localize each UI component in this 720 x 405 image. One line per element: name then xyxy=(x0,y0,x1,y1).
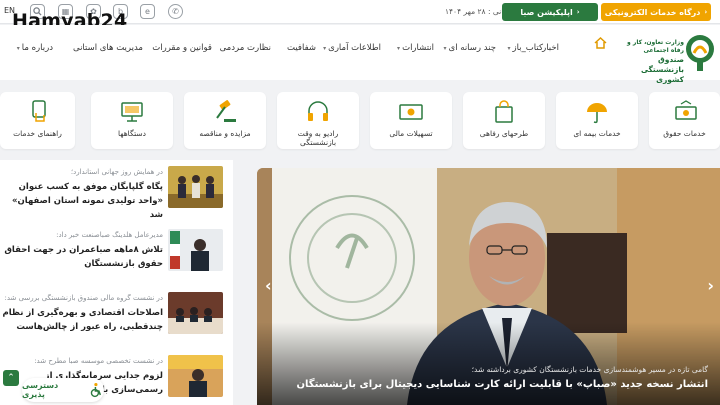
service-tile-label: طرحهای رفاهی xyxy=(479,129,529,138)
news-thumbnail[interactable] xyxy=(168,292,223,334)
money-arrows-icon xyxy=(675,100,697,120)
gavel-icon xyxy=(216,100,236,122)
chevron-right-icon: › xyxy=(576,8,580,16)
nav-item-statistics[interactable]: ▾ اطلاعات آماری xyxy=(323,41,381,55)
chevron-right-icon[interactable]: › xyxy=(707,276,714,295)
news-thumbnail[interactable] xyxy=(168,166,223,208)
collapse-button[interactable]: ⌃ xyxy=(3,370,19,386)
news-thumbnail[interactable] xyxy=(168,229,223,271)
nav-item-public-oversight[interactable]: نظارت مردمی xyxy=(220,41,271,55)
headphones-icon xyxy=(308,101,328,121)
service-tile-insurance[interactable]: خدمات بیمه ای xyxy=(556,92,638,149)
news-item[interactable]: در نشست گروه مالی صندوق بازنشستگی بررسی … xyxy=(0,286,233,346)
nav-item-laws[interactable]: قوانین و مقررات xyxy=(152,41,212,55)
nav-label: درباره ما xyxy=(21,43,53,53)
whatsapp-icon[interactable]: ✆ xyxy=(168,4,183,19)
news-list: در همایش روز جهانی استاندارد؛ پگاه گلپای… xyxy=(0,160,233,405)
service-tile-label: تسهیلات مالی xyxy=(389,129,433,138)
nav-label: اخبار xyxy=(542,43,559,53)
nav-label: کتاب_باز xyxy=(512,43,543,53)
service-tile-welfare[interactable]: طرحهای رفاهی xyxy=(463,92,545,149)
service-tile-label: رادیو به وقت بازنشستگی xyxy=(297,129,339,147)
nav-item-about[interactable]: ▾ درباره ما xyxy=(17,41,53,55)
nav-item-publications[interactable]: ▾ انتشارات xyxy=(397,41,434,55)
service-tile-label: مزایده و مناقصه xyxy=(199,129,251,138)
banknote-icon xyxy=(399,104,423,120)
site-logo[interactable]: وزارت تعاون، کار و رفاه اجتماعی صندوق با… xyxy=(622,29,718,84)
chevron-down-icon: ▾ xyxy=(397,44,401,52)
service-tile-radio[interactable]: رادیو به وقت بازنشستگی xyxy=(277,92,359,149)
nav-label: اطلاعات آماری xyxy=(328,43,381,53)
service-tile-auctions[interactable]: مزایده و مناقصه xyxy=(184,92,266,149)
accessibility-label: دسترسی پذیری xyxy=(22,381,59,399)
nav-label: قوانین و مقررات xyxy=(152,43,212,53)
service-tile-salary[interactable]: خدمات حقوق xyxy=(649,92,720,149)
service-tile-loans[interactable]: تسهیلات مالی xyxy=(370,92,452,149)
nav-label: مدیریت های استانی xyxy=(72,43,143,53)
chevron-right-icon: › xyxy=(704,8,708,16)
saba-app-button[interactable]: اپلیکیشن صبا › xyxy=(502,3,598,21)
chevron-down-icon: ▾ xyxy=(16,44,20,52)
news-item[interactable]: مدیرعامل هلدینگ صباصنعت خبر داد: تلاش ۸م… xyxy=(0,223,233,283)
service-tile-label: خدمات بیمه ای xyxy=(573,129,621,138)
chevron-up-icon: ⌃ xyxy=(7,373,15,383)
accessibility-button[interactable]: دسترسی پذیری xyxy=(22,378,104,402)
eitaa-icon[interactable]: e xyxy=(140,4,155,19)
chevron-down-icon: ▾ xyxy=(323,44,327,52)
news-headline[interactable]: اصلاحات اقتصادی و بهره‌گیری از نظام چندق… xyxy=(0,306,164,334)
nav-label: نظارت مردمی xyxy=(219,43,271,53)
news-kicker: مدیرعامل هلدینگ صباصنعت خبر داد: xyxy=(56,231,163,239)
chevron-left-icon[interactable]: ‹ xyxy=(265,276,272,295)
service-tile-label: خدمات حقوق xyxy=(663,129,706,138)
service-tile-label: راهنمای خدمات xyxy=(13,129,62,138)
portal-button-label: درگاه خدمات الکترونیکی xyxy=(604,7,701,17)
news-kicker: در نشست گروه مالی صندوق بازنشستگی بررسی … xyxy=(4,294,163,302)
home-icon[interactable] xyxy=(594,36,607,53)
news-kicker: در نشست تخصصی موسسه صبا مطرح شد: xyxy=(34,357,163,365)
logo-text: وزارت تعاون، کار و رفاه اجتماعی صندوق با… xyxy=(626,39,684,85)
hero-title[interactable]: انتشار نسخه جدید «صباپ» با قابلیت ارائه … xyxy=(296,379,708,390)
logo-line-2: صندوق بازنشستگی کشوری xyxy=(640,55,684,84)
nav-item-news[interactable]: اخبار xyxy=(542,41,559,55)
service-tile-guide[interactable]: راهنمای خدمات xyxy=(0,92,75,149)
nav-item-provincial[interactable]: مدیریت های استانی xyxy=(73,41,143,55)
chevron-down-icon: ▾ xyxy=(507,44,511,52)
hand-pointer-icon xyxy=(32,100,46,122)
service-tile-label: دستگاهها xyxy=(117,129,146,138)
news-kicker: در همایش روز جهانی استاندارد؛ xyxy=(70,168,163,176)
nav-item-multimedia[interactable]: ▾ چند رسانه ای xyxy=(444,41,496,55)
nav-item-ketab-baz[interactable]: ▾ کتاب_باز xyxy=(507,41,543,55)
hero-kicker: گامی تازه در مسیر هوشمندسازی خدمات بازنش… xyxy=(471,365,708,374)
umbrella-icon xyxy=(587,103,607,124)
nav-item-transparency[interactable]: شفافیت xyxy=(287,41,316,55)
hero-slider[interactable]: ‹ › گامی تازه در مسیر هوشمندسازی خدمات ب… xyxy=(257,168,720,405)
main-header: اخبار ▾ کتاب_باز ▾ چند رسانه ای ▾ انتشارات … xyxy=(0,25,720,84)
app-button-label: اپلیکیشن صبا xyxy=(520,7,573,17)
monitor-icon xyxy=(121,102,143,122)
nav-label: چند رسانه ای xyxy=(448,43,496,53)
news-thumbnail[interactable] xyxy=(168,355,223,397)
wheelchair-icon xyxy=(90,382,102,398)
logo-line-1: وزارت تعاون، کار و رفاه اجتماعی xyxy=(627,39,684,54)
service-tile-devices[interactable]: دستگاهها xyxy=(91,92,173,149)
chevron-down-icon: ▾ xyxy=(443,44,447,52)
news-headline[interactable]: پگاه گلپایگان موفق به کسب عنوان «واحد تو… xyxy=(0,180,163,222)
news-headline[interactable]: تلاش ۸ماهه صباعمران در جهت احقاق حقوق با… xyxy=(0,243,163,271)
e-services-portal-button[interactable]: درگاه خدمات الکترونیکی › xyxy=(601,3,711,21)
nav-label: شفافیت xyxy=(287,43,316,53)
shopping-bag-icon xyxy=(495,100,513,123)
nav-label: انتشارات xyxy=(402,43,434,53)
news-item[interactable]: در همایش روز جهانی استاندارد؛ پگاه گلپای… xyxy=(0,160,233,220)
